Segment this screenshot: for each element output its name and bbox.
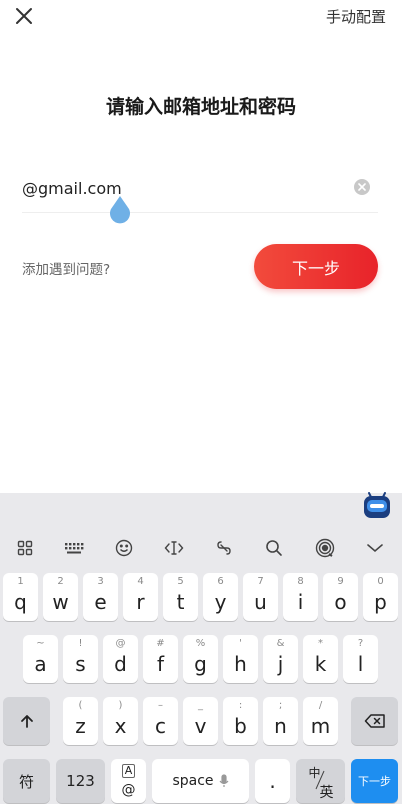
manual-config-link[interactable]: 手动配置 xyxy=(326,6,386,27)
key-c[interactable]: – c xyxy=(143,697,178,745)
backspace-key[interactable] xyxy=(351,697,398,745)
key-i[interactable]: 8i xyxy=(283,573,318,621)
key-o[interactable]: 9o xyxy=(323,573,358,621)
cursor-icon[interactable] xyxy=(159,531,189,565)
shift-arrow-icon xyxy=(20,715,33,728)
language-switch-key[interactable]: 中 英 xyxy=(296,759,345,803)
key-n[interactable]: ; n xyxy=(263,697,298,745)
key-s[interactable]: ! s xyxy=(63,635,98,683)
space-key[interactable]: space xyxy=(152,759,249,803)
key-m[interactable]: / m xyxy=(303,697,338,745)
key-t[interactable]: 5t xyxy=(163,573,198,621)
email-field-row xyxy=(22,172,378,213)
voice-wave-icon[interactable] xyxy=(310,531,340,565)
close-icon xyxy=(16,8,32,24)
key-b[interactable]: :b xyxy=(223,697,258,745)
shift-key[interactable] xyxy=(3,697,50,745)
text-cursor-handle[interactable] xyxy=(108,195,132,225)
keyboard-mascot-icon[interactable] xyxy=(362,491,392,521)
clear-input-button[interactable] xyxy=(354,179,370,195)
clip-icon[interactable] xyxy=(209,531,239,565)
microphone-icon xyxy=(219,774,228,787)
next-key[interactable]: 下一步 xyxy=(351,759,398,803)
email-field[interactable] xyxy=(22,172,342,204)
key-u[interactable]: 7u xyxy=(243,573,278,621)
key-h[interactable]: ' h xyxy=(223,635,258,683)
key-v[interactable]: _ v xyxy=(183,697,218,745)
next-button[interactable]: 下一步 xyxy=(254,244,378,289)
keyboard-toolbar xyxy=(0,531,402,565)
key-x[interactable]: ) x xyxy=(103,697,138,745)
key-w[interactable]: 2w xyxy=(43,573,78,621)
key-y[interactable]: 6y xyxy=(203,573,238,621)
key-q[interactable]: 1q xyxy=(3,573,38,621)
page-title: 请输入邮箱地址和密码 xyxy=(105,96,296,118)
next-button-label: 下一步 xyxy=(291,258,340,278)
help-link[interactable]: 添加遇到问题? xyxy=(22,258,110,278)
key-p[interactable]: 0p xyxy=(363,573,398,621)
key-l[interactable]: ? l xyxy=(343,635,378,683)
at-key-letter-box: A xyxy=(121,764,136,778)
search-icon[interactable] xyxy=(259,531,289,565)
keyboard-icon[interactable] xyxy=(59,531,89,565)
symbols-key[interactable]: 符 xyxy=(3,759,50,803)
key-g[interactable]: % g xyxy=(183,635,218,683)
key-e[interactable]: 3e xyxy=(83,573,118,621)
numbers-key[interactable]: 123 xyxy=(56,759,105,803)
collapse-icon[interactable] xyxy=(360,531,390,565)
key-j[interactable]: & j xyxy=(263,635,298,683)
emoji-icon[interactable] xyxy=(109,531,139,565)
key-r[interactable]: 4r xyxy=(123,573,158,621)
close-button[interactable] xyxy=(10,3,38,29)
key-k[interactable]: * k xyxy=(303,635,338,683)
soft-keyboard: 1q 2w 3e 4r 5t 6y 7u 8i 9o 0p ~ a ! s @ d #… xyxy=(0,491,402,804)
grid-icon[interactable] xyxy=(10,531,40,565)
period-key[interactable]: . xyxy=(255,759,290,803)
key-z[interactable]: (z xyxy=(63,697,98,745)
key-a[interactable]: ~ a xyxy=(23,635,58,683)
key-f[interactable]: # f xyxy=(143,635,178,683)
backspace-icon xyxy=(364,714,385,728)
key-d[interactable]: @ d xyxy=(103,635,138,683)
at-key[interactable]: A @ xyxy=(111,759,146,803)
space-label: space xyxy=(172,773,214,789)
clear-icon xyxy=(358,183,366,191)
